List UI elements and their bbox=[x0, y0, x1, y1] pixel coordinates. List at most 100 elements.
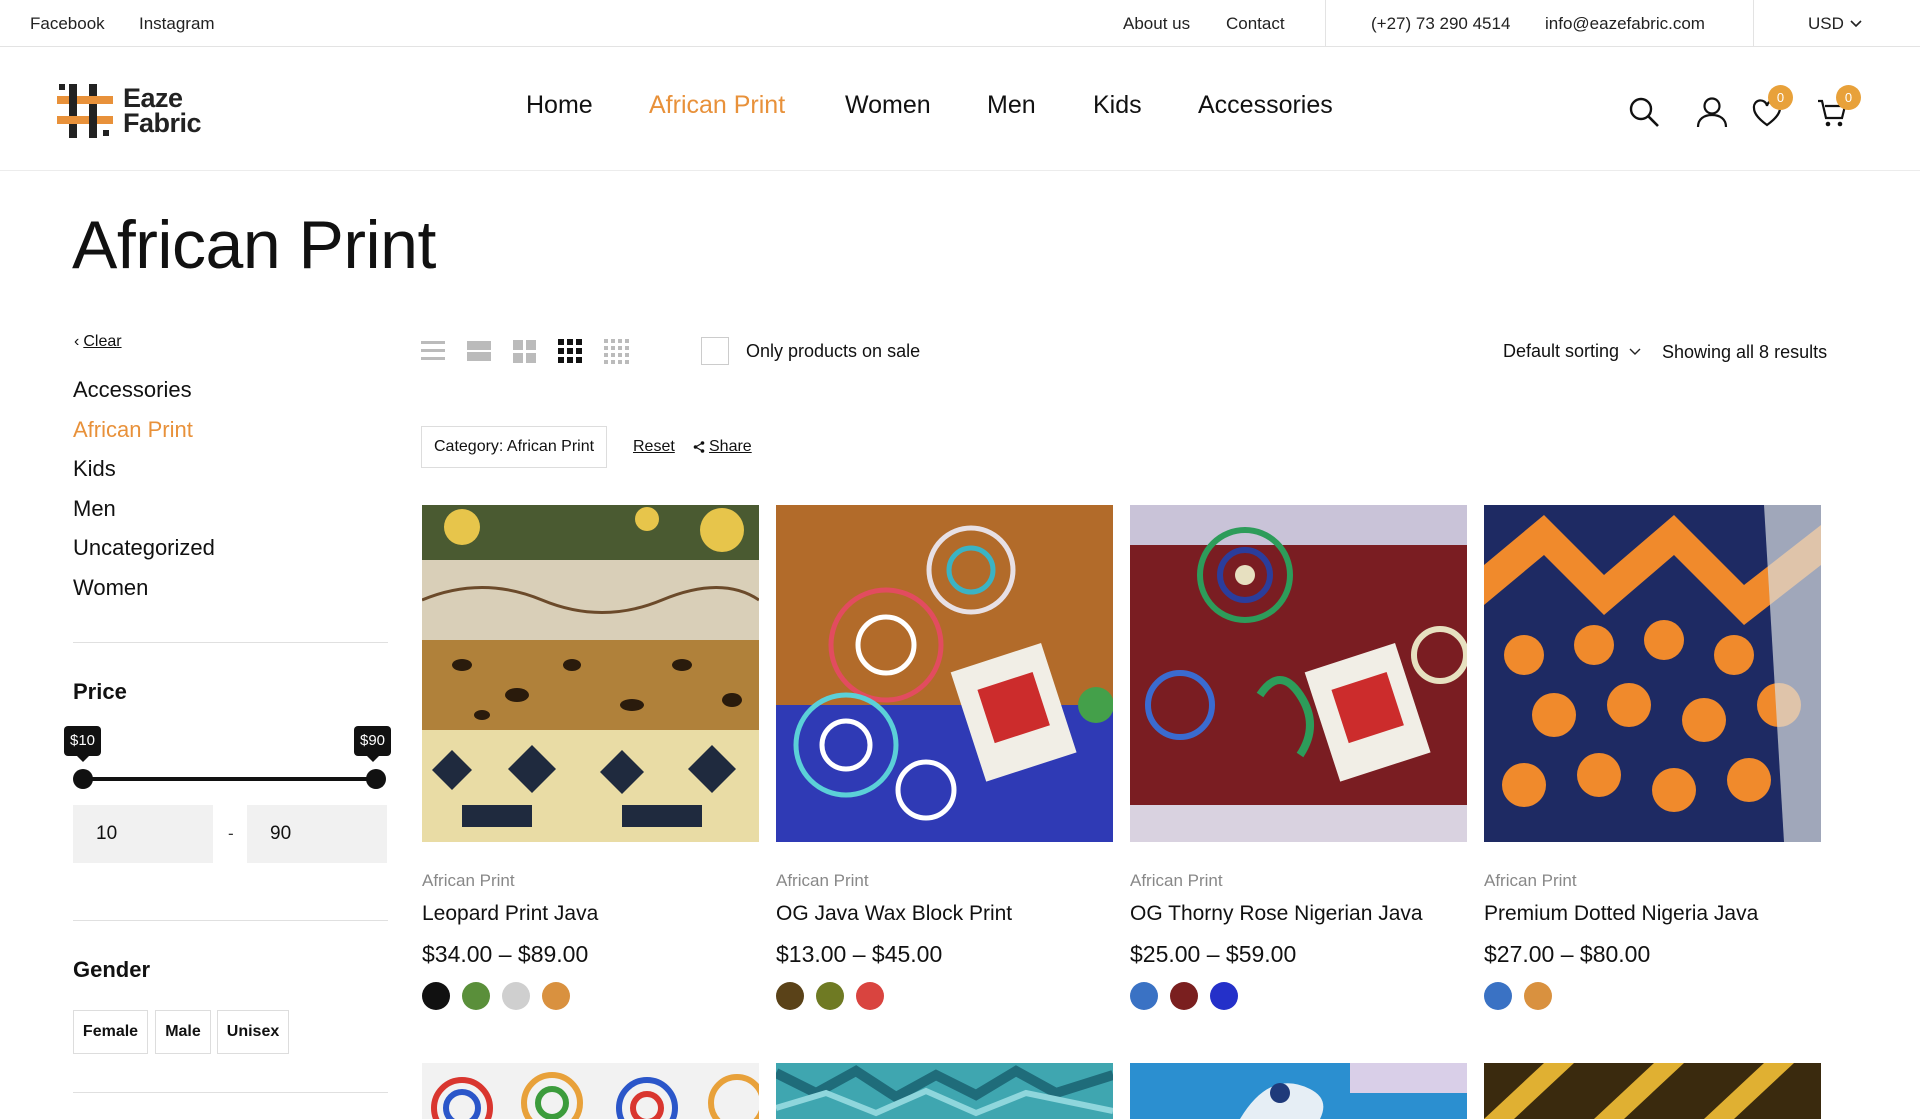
product-image[interactable] bbox=[422, 1063, 759, 1119]
product-image[interactable] bbox=[1130, 505, 1469, 842]
category-item-active[interactable]: African Print bbox=[73, 416, 215, 456]
product-card[interactable]: African Print Leopard Print Java $34.00 … bbox=[421, 505, 760, 1010]
four-column-icon[interactable] bbox=[557, 338, 583, 364]
category-item[interactable]: Accessories bbox=[73, 376, 215, 416]
color-swatch-royal-blue[interactable] bbox=[1210, 982, 1238, 1010]
product-image[interactable] bbox=[1484, 505, 1821, 842]
product-category: African Print bbox=[1130, 871, 1223, 890]
gender-heading: Gender bbox=[73, 957, 151, 982]
three-column-icon[interactable] bbox=[512, 338, 538, 364]
logo-line2: Fabric bbox=[123, 108, 202, 138]
category-item[interactable]: Men bbox=[73, 495, 215, 535]
sale-only-label: Only products on sale bbox=[746, 341, 921, 361]
color-swatch-maroon[interactable] bbox=[1170, 982, 1198, 1010]
product-title[interactable]: Premium Dotted Nigeria Java bbox=[1484, 902, 1758, 926]
five-column-icon[interactable] bbox=[603, 338, 629, 364]
product-price: $27.00 – $80.00 bbox=[1484, 941, 1651, 967]
sale-only-checkbox[interactable] bbox=[701, 337, 729, 365]
price-max-handle[interactable] bbox=[366, 769, 386, 789]
sorting-select[interactable]: Default sorting bbox=[1503, 341, 1641, 362]
list-view-icon[interactable] bbox=[420, 338, 446, 364]
share-icon bbox=[693, 441, 705, 453]
share-link[interactable]: Share bbox=[693, 438, 752, 456]
price-min-input[interactable] bbox=[73, 805, 213, 863]
chevron-down-icon bbox=[1850, 20, 1862, 28]
nav-women[interactable]: Women bbox=[845, 91, 931, 120]
product-image[interactable] bbox=[776, 505, 1114, 842]
product-image[interactable] bbox=[1130, 1063, 1467, 1119]
phone-number: (+27) 73 290 4514 bbox=[1371, 14, 1511, 33]
nav-african-print[interactable]: African Print bbox=[649, 91, 785, 120]
email-link[interactable]: info@eazefabric.com bbox=[1545, 14, 1705, 34]
color-swatch-brown[interactable] bbox=[776, 982, 804, 1010]
price-max-input[interactable] bbox=[247, 805, 387, 863]
divider bbox=[73, 1092, 388, 1093]
nav-home[interactable]: Home bbox=[526, 91, 593, 120]
price-heading: Price bbox=[73, 679, 127, 704]
two-column-icon[interactable] bbox=[466, 338, 492, 364]
color-swatch-orange[interactable] bbox=[542, 982, 570, 1010]
main-header: Eaze Fabric Home African Print Women Men… bbox=[0, 48, 1920, 171]
color-swatch-blue[interactable] bbox=[1130, 982, 1158, 1010]
product-image[interactable] bbox=[1484, 1063, 1821, 1119]
logo[interactable]: Eaze Fabric bbox=[55, 80, 215, 142]
product-category: African Print bbox=[422, 871, 515, 890]
divider bbox=[1325, 0, 1326, 47]
category-item[interactable]: Uncategorized bbox=[73, 534, 215, 574]
search-icon[interactable] bbox=[1628, 96, 1660, 128]
product-title[interactable]: OG Thorny Rose Nigerian Java bbox=[1130, 902, 1423, 926]
color-swatch-blue[interactable] bbox=[1484, 982, 1512, 1010]
product-category: African Print bbox=[776, 871, 869, 890]
clear-label: Clear bbox=[83, 333, 122, 350]
product-price: $13.00 – $45.00 bbox=[776, 941, 943, 967]
top-bar: Facebook Instagram About us Contact (+27… bbox=[0, 0, 1920, 47]
logo-mark-icon bbox=[57, 84, 113, 138]
product-card[interactable]: African Print OG Java Wax Block Print $1… bbox=[776, 505, 1114, 1010]
color-swatches bbox=[1130, 982, 1238, 1010]
product-title[interactable]: Leopard Print Java bbox=[422, 902, 598, 926]
about-link[interactable]: About us bbox=[1123, 14, 1190, 34]
user-icon[interactable] bbox=[1696, 96, 1728, 128]
gender-male-button[interactable]: Male bbox=[155, 1010, 211, 1054]
product-image[interactable] bbox=[776, 1063, 1113, 1119]
product-card[interactable]: African Print Premium Dotted Nigeria Jav… bbox=[1484, 505, 1821, 1010]
color-swatch-grey[interactable] bbox=[502, 982, 530, 1010]
nav-kids[interactable]: Kids bbox=[1093, 91, 1142, 120]
gender-unisex-button[interactable]: Unisex bbox=[217, 1010, 289, 1054]
sorting-label: Default sorting bbox=[1503, 341, 1620, 361]
share-label: Share bbox=[709, 438, 752, 455]
facebook-link[interactable]: Facebook bbox=[30, 14, 105, 34]
price-max-tooltip: $90 bbox=[354, 726, 392, 762]
price-slider-track[interactable] bbox=[82, 777, 376, 781]
price-range-dash: - bbox=[228, 824, 234, 843]
price-min-handle[interactable] bbox=[73, 769, 93, 789]
active-filter-chip[interactable]: Category: African Print bbox=[421, 426, 608, 468]
currency-label: USD bbox=[1808, 14, 1844, 33]
results-count: Showing all 8 results bbox=[1662, 342, 1828, 362]
product-price: $25.00 – $59.00 bbox=[1130, 941, 1297, 967]
product-title[interactable]: OG Java Wax Block Print bbox=[776, 902, 1012, 926]
color-swatch-olive[interactable] bbox=[816, 982, 844, 1010]
divider bbox=[1753, 0, 1754, 47]
divider bbox=[73, 920, 388, 921]
nav-accessories[interactable]: Accessories bbox=[1198, 91, 1333, 120]
category-item[interactable]: Kids bbox=[73, 455, 215, 495]
product-card[interactable]: African Print OG Thorny Rose Nigerian Ja… bbox=[1130, 505, 1469, 1010]
color-swatch-green[interactable] bbox=[462, 982, 490, 1010]
color-swatch-red[interactable] bbox=[856, 982, 884, 1010]
product-category: African Print bbox=[1484, 871, 1577, 890]
logo-text: Eaze Fabric bbox=[123, 85, 202, 138]
currency-selector[interactable]: USD bbox=[1808, 14, 1862, 34]
instagram-link[interactable]: Instagram bbox=[139, 14, 215, 34]
contact-link[interactable]: Contact bbox=[1226, 14, 1285, 34]
category-item[interactable]: Women bbox=[73, 574, 215, 614]
color-swatch-orange[interactable] bbox=[1524, 982, 1552, 1010]
color-swatch-black[interactable] bbox=[422, 982, 450, 1010]
clear-filters-link[interactable]: ‹ Clear bbox=[74, 333, 122, 351]
nav-men[interactable]: Men bbox=[987, 91, 1036, 120]
gender-female-button[interactable]: Female bbox=[73, 1010, 148, 1054]
divider bbox=[73, 642, 388, 643]
category-list: Accessories African Print Kids Men Uncat… bbox=[73, 376, 215, 614]
reset-filters-link[interactable]: Reset bbox=[633, 438, 675, 456]
product-image[interactable] bbox=[421, 505, 760, 842]
